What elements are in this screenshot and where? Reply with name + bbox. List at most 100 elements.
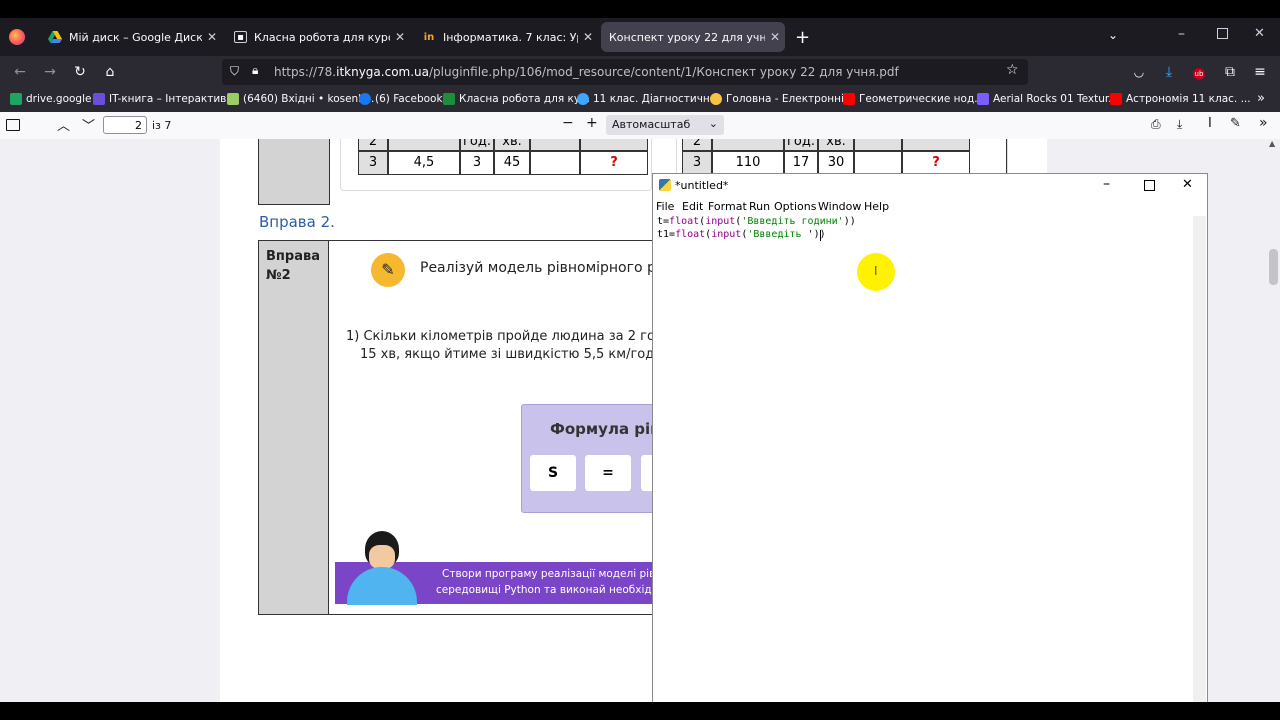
bookmark-item[interactable]: drive.google	[10, 93, 91, 105]
tab-title: Класна робота для курсу "Інф	[254, 30, 390, 44]
bookmark-item[interactable]: IT-книга – Інтерактив...	[93, 93, 236, 105]
lock-icon[interactable]: 🔒︎	[252, 63, 258, 78]
bookmark-star-icon[interactable]: ☆	[1006, 62, 1019, 78]
close-tab-icon[interactable]: ✕	[202, 30, 222, 44]
close-window-icon[interactable]: ✕	[1254, 26, 1265, 41]
reload-icon[interactable]: ↻	[70, 62, 90, 82]
list-all-tabs-icon[interactable]: ⌄	[1108, 28, 1118, 42]
menu-help[interactable]: Help	[864, 200, 889, 213]
new-tab-icon[interactable]: +	[795, 27, 810, 48]
downloads-icon[interactable]: ⤓	[1159, 62, 1179, 82]
more-bookmarks-icon[interactable]: »	[1257, 91, 1265, 106]
firefox-icon[interactable]	[9, 29, 25, 45]
idle-window-title: *untitled*	[675, 179, 729, 192]
facebook-icon	[359, 93, 371, 105]
close-tab-icon[interactable]: ✕	[578, 30, 598, 44]
extensions-icon[interactable]: ⧉	[1220, 62, 1240, 82]
shield-icon[interactable]: ⛉	[230, 64, 239, 79]
table2-cell	[854, 151, 902, 175]
scroll-up-icon[interactable]: ▲	[1269, 139, 1275, 148]
table1-header-minutes: хв.	[494, 139, 530, 151]
restore-window-icon[interactable]	[1217, 28, 1228, 39]
url-text[interactable]: https://78.itknyga.com.ua/pluginfile.php…	[274, 65, 899, 79]
forward-icon[interactable]: →	[40, 62, 60, 82]
bookmark-item[interactable]: Класна робота для ку...	[443, 93, 590, 105]
print-icon[interactable]: ⎙	[1151, 117, 1161, 132]
bookmark-item[interactable]: 11 клас. Діагностичн...	[577, 93, 720, 105]
more-tools-icon[interactable]: »	[1259, 115, 1268, 131]
pocket-icon[interactable]: ◡	[1129, 62, 1149, 82]
text-cursor	[820, 230, 821, 241]
bookmark-item[interactable]: (6460) Вхідні • kosenk...	[227, 93, 374, 105]
previous-page-icon[interactable]: ︿	[57, 115, 70, 134]
screen-bottom-bar	[0, 702, 1280, 720]
menu-edit[interactable]: Edit	[682, 200, 703, 213]
page-number-input[interactable]: 2	[103, 116, 147, 134]
scrollbar-track[interactable]	[1267, 139, 1280, 702]
idle-editor-window[interactable]: *untitled* – ✕ File Edit Format Run Opti…	[652, 173, 1208, 703]
zoom-out-icon[interactable]: −	[562, 115, 574, 131]
itknyga-icon	[93, 93, 105, 105]
table2-row-prev: 2	[682, 139, 712, 151]
menu-format[interactable]: Format	[708, 200, 747, 213]
code-editor[interactable]: t=float(input('Ввведіть години')) t1=flo…	[653, 216, 1193, 702]
bookmark-item[interactable]: Астрономія 11 клас. ...	[1110, 93, 1251, 105]
table1-header	[388, 139, 460, 151]
code-line-1: t=float(input('Ввведіть години'))	[657, 216, 856, 227]
text-tool-icon[interactable]: I	[1208, 116, 1212, 131]
save-icon[interactable]: ⤓	[1177, 117, 1182, 132]
scrollbar-thumb[interactable]	[1269, 249, 1278, 285]
close-tab-icon[interactable]: ✕	[765, 30, 785, 44]
menu-run[interactable]: Run	[749, 200, 770, 213]
lightbulb-icon	[710, 93, 722, 105]
home-icon[interactable]: ⌂	[100, 62, 120, 82]
table2-row-num: 3	[682, 151, 712, 175]
youtube-icon	[1110, 93, 1122, 105]
menu-file[interactable]: File	[656, 200, 674, 213]
menu-options[interactable]: Options	[774, 200, 816, 213]
ublock-icon[interactable]: ub	[1189, 62, 1209, 82]
exercise2-side-number: №2	[266, 268, 291, 283]
table1-header-empty	[530, 139, 580, 151]
zoom-select[interactable]: Автомасштаб ⌄	[606, 115, 724, 135]
sidebar-toggle-icon[interactable]	[6, 119, 20, 131]
table2-cell: 110	[712, 151, 784, 175]
tab-pdf-active[interactable]: Конспект уроку 22 для учня.pdf ✕	[601, 22, 785, 52]
table2-cell: 30	[818, 151, 854, 175]
python-icon	[659, 179, 671, 191]
youtube-icon	[843, 93, 855, 105]
bookmarks-toolbar: drive.google IT-книга – Інтерактив... (6…	[0, 88, 1280, 112]
next-page-icon[interactable]: ﹀	[82, 115, 95, 134]
zoom-in-icon[interactable]: +	[586, 115, 598, 131]
minimize-window-icon[interactable]: –	[1103, 176, 1110, 192]
maximize-window-icon[interactable]	[1144, 180, 1155, 191]
tab-informatics-lesson[interactable]: in Інформатика. 7 клас: Урок 22. ✕	[412, 22, 598, 52]
minimize-window-icon[interactable]: –	[1178, 26, 1185, 42]
bookmark-item[interactable]: (6) Facebook	[359, 93, 443, 105]
banner-line-2: середовищі Python та виконай необхідні о…	[436, 584, 678, 596]
table2-header-hours: год.	[784, 139, 818, 151]
close-window-icon[interactable]: ✕	[1182, 177, 1193, 192]
tab-classroom[interactable]: ▪ Класна робота для курсу "Інф ✕	[224, 22, 410, 52]
url-bar[interactable]: ⛉ 🔒︎ https://78.itknyga.com.ua/pluginfil…	[222, 59, 1028, 85]
idle-scrollbar[interactable]	[1193, 216, 1206, 702]
bookmark-item[interactable]: Геометрические нод...	[843, 93, 984, 105]
draw-tool-icon[interactable]: ✎	[1230, 116, 1241, 131]
menu-icon[interactable]: ≡	[1250, 62, 1270, 82]
table1-question-cell: ?	[580, 151, 648, 175]
formula-title: Формула рів	[550, 420, 660, 438]
idle-title-bar[interactable]: *untitled* – ✕	[653, 174, 1207, 198]
star-burst-icon	[577, 93, 589, 105]
tab-google-drive[interactable]: Мій диск – Google Диск ✕	[38, 22, 222, 52]
back-icon[interactable]: ←	[10, 62, 30, 82]
table2-question-cell: ?	[902, 151, 970, 175]
mouse-cursor-icon: I	[874, 264, 878, 278]
bookmark-item[interactable]: Головна - Електронні...	[710, 93, 854, 105]
close-tab-icon[interactable]: ✕	[390, 30, 410, 44]
google-drive-icon	[10, 93, 22, 105]
mail-icon	[227, 93, 239, 105]
bookmark-item[interactable]: Aerial Rocks 01 Textur...	[977, 93, 1118, 105]
table2-header	[712, 139, 784, 151]
menu-window[interactable]: Window	[818, 200, 861, 213]
chevron-down-icon: ⌄	[708, 117, 718, 130]
